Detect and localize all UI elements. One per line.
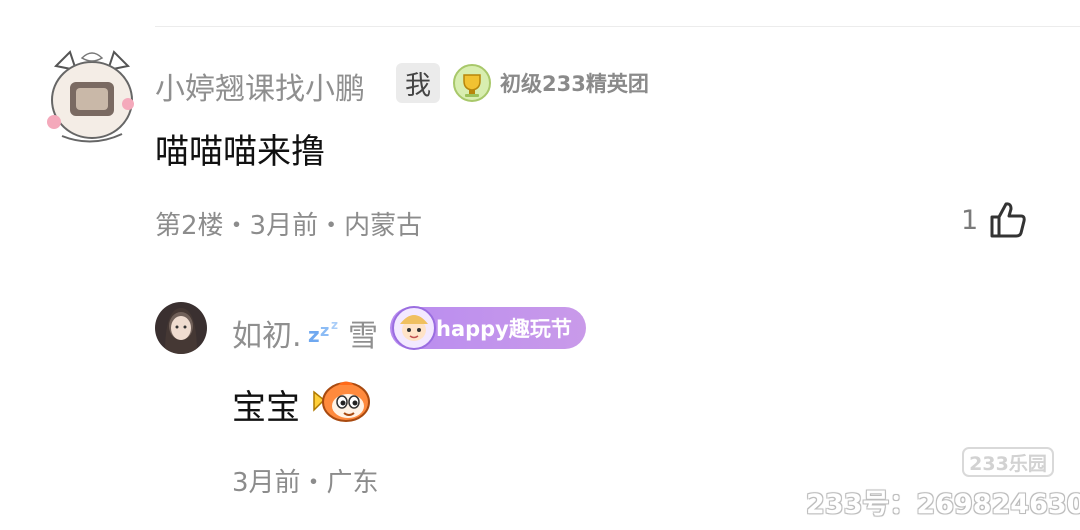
like-count: 1	[961, 205, 979, 236]
reply-text: 宝宝	[232, 388, 300, 428]
thumbs-up-icon[interactable]	[986, 198, 1030, 242]
reply-username-suffix[interactable]: 雪	[348, 311, 378, 355]
watermark-id: 233号：269824630	[806, 489, 1080, 520]
fish-sticker-icon	[313, 381, 370, 422]
svg-text:z: z	[320, 321, 329, 340]
top-divider	[155, 26, 1080, 27]
comment-username[interactable]: 小婷翘课找小鹏	[155, 64, 365, 108]
girl-avatar-icon	[155, 302, 207, 354]
user-avatar[interactable]	[42, 48, 142, 148]
event-badge-label: happy趣玩节	[436, 317, 572, 341]
event-mascot-icon	[392, 306, 436, 350]
reply-meta: 3月前・广东	[232, 468, 379, 498]
event-badge[interactable]: happy趣玩节	[390, 306, 586, 350]
medal-badge[interactable]: 初级233精英团	[452, 63, 649, 103]
svg-text:z: z	[331, 318, 338, 332]
comment-meta: 第2楼・3月前・内蒙古	[155, 211, 423, 241]
svg-text:z: z	[308, 323, 320, 344]
cat-avatar-icon	[47, 50, 134, 143]
reply-user-avatar[interactable]	[155, 302, 207, 354]
zzz-sleep-icon: z z z	[308, 318, 338, 344]
watermark-logo: 233乐园	[962, 447, 1054, 477]
reply-username-prefix[interactable]: 如初.	[232, 311, 302, 355]
trophy-medal-icon	[453, 64, 491, 102]
medal-label: 初级233精英团	[500, 72, 649, 96]
comment-text: 喵喵喵来撸	[155, 132, 325, 172]
me-tag-badge: 我	[396, 63, 440, 103]
